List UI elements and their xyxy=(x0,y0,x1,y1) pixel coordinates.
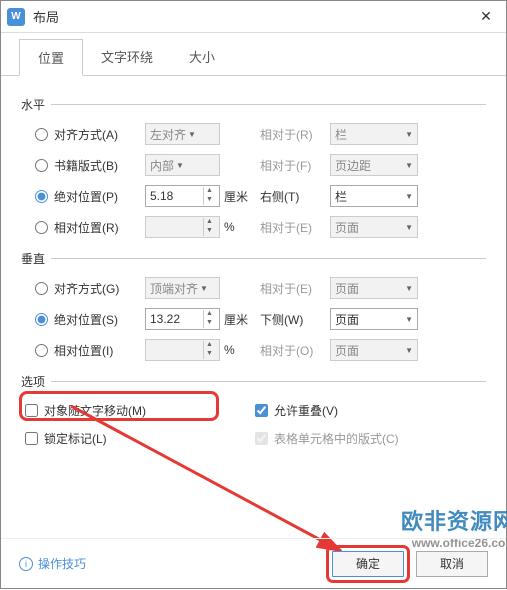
tab-position[interactable]: 位置 xyxy=(19,39,83,76)
chevron-down-icon: ▼ xyxy=(405,284,413,293)
v-align-value-select: 顶端对齐▼ xyxy=(145,277,220,299)
chevron-down-icon: ▼ xyxy=(204,227,215,236)
divider xyxy=(51,381,486,382)
h-abs-unit[interactable]: 厘米 xyxy=(220,188,260,205)
chevron-down-icon: ▼ xyxy=(405,161,413,170)
chevron-down-icon: ▼ xyxy=(174,161,186,170)
h-align-rel-label: 相对于(R) xyxy=(260,126,330,143)
v-abs-unit[interactable]: 厘米 xyxy=(220,311,260,328)
chevron-down-icon[interactable]: ▼ xyxy=(204,319,215,328)
chevron-down-icon: ▼ xyxy=(405,192,413,201)
h-rel-unit: % xyxy=(220,220,260,234)
v-rel-radio[interactable]: 相对位置(I) xyxy=(35,342,145,359)
app-icon: W xyxy=(7,8,25,26)
section-options-label: 选项 xyxy=(21,373,45,390)
h-rel-label: 相对位置(R) xyxy=(54,219,119,236)
tab-bar: 位置 文字环绕 大小 xyxy=(1,33,506,76)
chevron-down-icon: ▼ xyxy=(405,315,413,324)
h-rel-rel-select: 页面▼ xyxy=(330,216,418,238)
v-rel-unit: % xyxy=(220,343,260,357)
v-align-rel-label: 相对于(E) xyxy=(260,280,330,297)
h-book-rel-select: 页边距▼ xyxy=(330,154,418,176)
chevron-up-icon[interactable]: ▲ xyxy=(204,310,215,319)
info-icon: i xyxy=(19,557,33,571)
tab-size[interactable]: 大小 xyxy=(171,39,233,75)
chevron-down-icon: ▼ xyxy=(198,284,210,293)
h-book-radio[interactable]: 书籍版式(B) xyxy=(35,157,145,174)
section-horizontal-label: 水平 xyxy=(21,96,45,113)
h-abs-rel-label: 右侧(T) xyxy=(260,188,330,205)
h-abs-label: 绝对位置(P) xyxy=(54,188,118,205)
chevron-down-icon: ▼ xyxy=(204,350,215,359)
opt-lock-anchor[interactable]: 锁定标记(L) xyxy=(25,424,255,452)
v-abs-rel-select[interactable]: 页面▼ xyxy=(330,308,418,330)
v-abs-radio[interactable]: 绝对位置(S) xyxy=(35,311,145,328)
tips-link[interactable]: i 操作技巧 xyxy=(19,555,86,572)
divider xyxy=(51,104,486,105)
h-abs-radio[interactable]: 绝对位置(P) xyxy=(35,188,145,205)
v-abs-label: 绝对位置(S) xyxy=(54,311,118,328)
h-rel-value-stepper: ▲▼ xyxy=(145,216,220,238)
opt-move-with-text[interactable]: 对象随文字移动(M) xyxy=(25,396,255,424)
h-align-radio[interactable]: 对齐方式(A) xyxy=(35,126,145,143)
chevron-up-icon: ▲ xyxy=(204,341,215,350)
v-abs-value-stepper[interactable]: 13.22▲▼ xyxy=(145,308,220,330)
h-book-value-select: 内部▼ xyxy=(145,154,220,176)
chevron-up-icon: ▲ xyxy=(204,218,215,227)
divider xyxy=(51,258,486,259)
cancel-button[interactable]: 取消 xyxy=(416,551,488,577)
h-abs-rel-select[interactable]: 栏▼ xyxy=(330,185,418,207)
ok-button[interactable]: 确定 xyxy=(332,551,404,577)
v-align-rel-select: 页面▼ xyxy=(330,277,418,299)
h-align-value-select: 左对齐▼ xyxy=(145,123,220,145)
v-abs-rel-label: 下侧(W) xyxy=(260,311,330,328)
v-rel-label: 相对位置(I) xyxy=(54,342,113,359)
h-rel-radio[interactable]: 相对位置(R) xyxy=(35,219,145,236)
h-book-label: 书籍版式(B) xyxy=(54,157,118,174)
h-abs-value-stepper[interactable]: 5.18▲▼ xyxy=(145,185,220,207)
h-align-rel-select: 栏▼ xyxy=(330,123,418,145)
h-rel-rel-label: 相对于(E) xyxy=(260,219,330,236)
v-align-radio[interactable]: 对齐方式(G) xyxy=(35,280,145,297)
v-rel-value-stepper: ▲▼ xyxy=(145,339,220,361)
chevron-down-icon: ▼ xyxy=(405,130,413,139)
window-title: 布局 xyxy=(33,7,466,26)
v-rel-rel-select: 页面▼ xyxy=(330,339,418,361)
v-align-label: 对齐方式(G) xyxy=(54,280,119,297)
close-button[interactable]: ✕ xyxy=(466,1,506,33)
chevron-down-icon[interactable]: ▼ xyxy=(204,196,215,205)
h-book-rel-label: 相对于(F) xyxy=(260,157,330,174)
section-vertical-label: 垂直 xyxy=(21,250,45,267)
opt-allow-overlap[interactable]: 允许重叠(V) xyxy=(255,396,485,424)
tab-text-wrap[interactable]: 文字环绕 xyxy=(83,39,171,75)
v-rel-rel-label: 相对于(O) xyxy=(260,342,330,359)
chevron-down-icon: ▼ xyxy=(186,130,198,139)
h-align-label: 对齐方式(A) xyxy=(54,126,118,143)
opt-table-cell-layout: 表格单元格中的版式(C) xyxy=(255,424,485,452)
chevron-down-icon: ▼ xyxy=(405,223,413,232)
chevron-down-icon: ▼ xyxy=(405,346,413,355)
chevron-up-icon[interactable]: ▲ xyxy=(204,187,215,196)
